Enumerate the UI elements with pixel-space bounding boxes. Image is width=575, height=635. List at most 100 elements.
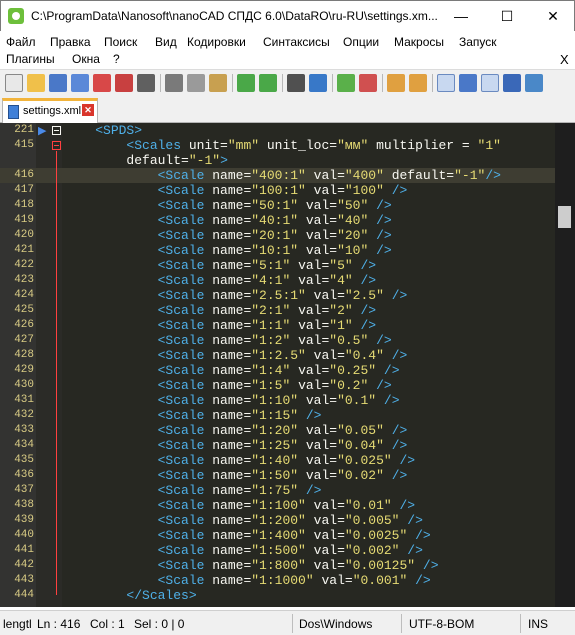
code-line[interactable]: 421 <Scale name="10:1" val="10" /> (0, 243, 555, 258)
code-line[interactable]: 420 <Scale name="20:1" val="20" /> (0, 228, 555, 243)
close-window-button[interactable]: ✕ (530, 1, 575, 31)
vertical-scrollbar[interactable] (555, 123, 575, 607)
open-file-icon[interactable] (27, 74, 45, 92)
xml-val-token: "0.05" (337, 423, 384, 438)
status-insert-mode[interactable]: INS (528, 617, 548, 631)
code-line[interactable]: 418 <Scale name="50:1" val="50" /> (0, 198, 555, 213)
code-line[interactable]: 416 <Scale name="400:1" val="400" defaul… (0, 168, 555, 183)
code-editor[interactable]: 221 <SPDS> 415 <Scales unit="mm" unit_loc… (0, 123, 575, 607)
menu-run[interactable]: Запуск (459, 35, 497, 49)
line-code: <Scale name="1:5" val="0.2" /> (64, 378, 392, 393)
xml-attr-token: default= (383, 168, 455, 183)
xml-attr-token: val= (290, 333, 330, 348)
menu-windows[interactable]: Окна (72, 52, 100, 66)
indent-guide-icon[interactable] (481, 74, 499, 92)
zoom-in-icon[interactable] (337, 74, 355, 92)
code-line[interactable]: 422 <Scale name="5:1" val="5" /> (0, 258, 555, 273)
undo-icon[interactable] (237, 74, 255, 92)
code-line[interactable]: default="-1"> (0, 153, 555, 168)
sync-horizontal-icon[interactable] (409, 74, 427, 92)
code-line[interactable]: 435 <Scale name="1:40" val="0.025" /> (0, 453, 555, 468)
replace-icon[interactable] (309, 74, 327, 92)
code-line[interactable]: 426 <Scale name="1:1" val="1" /> (0, 318, 555, 333)
code-line[interactable]: 442 <Scale name="1:800" val="0.00125" /> (0, 558, 555, 573)
code-line[interactable]: 444 </Scales> (0, 588, 555, 603)
code-line[interactable]: 438 <Scale name="1:100" val="0.01" /> (0, 498, 555, 513)
menu-edit[interactable]: Правка (50, 35, 91, 49)
code-line[interactable]: 424 <Scale name="2.5:1" val="2.5" /> (0, 288, 555, 303)
save-all-icon[interactable] (71, 74, 89, 92)
menu-options[interactable]: Опции (343, 35, 379, 49)
bookmark-arrow-icon: ▶ (38, 125, 47, 137)
save-icon[interactable] (49, 74, 67, 92)
code-line[interactable]: 221 <SPDS> (0, 123, 555, 138)
menu-syntax[interactable]: Синтаксисы (263, 35, 330, 49)
tab-settings-xml[interactable]: settings.xml ✕ (2, 98, 98, 123)
code-line[interactable]: 431 <Scale name="1:10" val="0.1" /> (0, 393, 555, 408)
copy-icon[interactable] (187, 74, 205, 92)
code-line[interactable]: 415 <Scales unit="mm" unit_loc="мм" mult… (0, 138, 555, 153)
zoom-out-icon[interactable] (359, 74, 377, 92)
code-line[interactable]: 434 <Scale name="1:25" val="0.04" /> (0, 438, 555, 453)
code-line[interactable]: 439 <Scale name="1:200" val="0.005" /> (0, 513, 555, 528)
menu-view[interactable]: Вид (155, 35, 177, 49)
cut-icon[interactable] (165, 74, 183, 92)
find-icon[interactable] (287, 74, 305, 92)
word-wrap-icon[interactable] (437, 74, 455, 92)
code-line[interactable]: 440 <Scale name="1:400" val="0.0025" /> (0, 528, 555, 543)
code-line[interactable]: 425 <Scale name="2:1" val="2" /> (0, 303, 555, 318)
code-line[interactable]: 417 <Scale name="100:1" val="100" /> (0, 183, 555, 198)
minimize-button[interactable]: — (438, 1, 484, 31)
status-eol-format[interactable]: Dos\Windows (299, 617, 372, 631)
fold-collapse-icon[interactable] (52, 126, 61, 135)
xml-val-token: "0.5" (329, 333, 369, 348)
tab-close-icon[interactable]: ✕ (82, 104, 94, 116)
menu-help[interactable]: ? (113, 52, 120, 66)
xml-val-token: "50:1" (251, 198, 299, 213)
code-line[interactable]: 423 <Scale name="4:1" val="4" /> (0, 273, 555, 288)
code-line[interactable]: 436 <Scale name="1:50" val="0.02" /> (0, 468, 555, 483)
menu-file[interactable]: Файл (6, 35, 36, 49)
line-code: <Scale name="4:1" val="4" /> (64, 273, 376, 288)
redo-icon[interactable] (259, 74, 277, 92)
line-number: 422 (14, 259, 34, 271)
sync-vertical-icon[interactable] (387, 74, 405, 92)
status-encoding[interactable]: UTF-8-BOM (409, 617, 474, 631)
new-file-icon[interactable] (5, 74, 23, 92)
code-line[interactable]: 433 <Scale name="1:20" val="0.05" /> (0, 423, 555, 438)
code-line[interactable]: 427 <Scale name="1:2" val="0.5" /> (0, 333, 555, 348)
scrollbar-thumb[interactable] (558, 206, 571, 228)
code-line[interactable]: 429 <Scale name="1:4" val="0.25" /> (0, 363, 555, 378)
menu-encoding[interactable]: Кодировки (187, 35, 246, 49)
paste-icon[interactable] (209, 74, 227, 92)
menu-macros[interactable]: Макросы (394, 35, 444, 49)
xml-val-token: "1:100" (251, 498, 306, 513)
code-line[interactable]: 419 <Scale name="40:1" val="40" /> (0, 213, 555, 228)
code-line[interactable]: 441 <Scale name="1:500" val="0.002" /> (0, 543, 555, 558)
close-file-icon[interactable] (93, 74, 111, 92)
xml-attr-token: name= (204, 258, 252, 273)
user-defined-language-icon[interactable] (503, 74, 521, 92)
show-all-characters-icon[interactable] (459, 74, 477, 92)
print-icon[interactable] (137, 74, 155, 92)
document-map-icon[interactable] (525, 74, 543, 92)
xml-tag-token: <Scale (157, 303, 205, 318)
code-line[interactable]: 432 <Scale name="1:15" /> (0, 408, 555, 423)
close-document-button[interactable]: X (560, 52, 569, 67)
menu-plugins[interactable]: Плагины (6, 52, 55, 66)
xml-val-token: "20:1" (251, 228, 299, 243)
code-line[interactable]: 443 <Scale name="1:1000" val="0.001" /> (0, 573, 555, 588)
maximize-button[interactable]: ☐ (484, 1, 530, 31)
menu-search[interactable]: Поиск (104, 35, 137, 49)
xml-tag-token: <SPDS> (95, 123, 143, 138)
close-all-icon[interactable] (115, 74, 133, 92)
code-line[interactable]: 437 <Scale name="1:75" /> (0, 483, 555, 498)
code-line[interactable]: 430 <Scale name="1:5" val="0.2" /> (0, 378, 555, 393)
fold-collapse-icon[interactable] (52, 141, 61, 150)
code-line[interactable]: 428 <Scale name="1:2.5" val="0.4" /> (0, 348, 555, 363)
xml-tag-token: <Scale (157, 468, 205, 483)
